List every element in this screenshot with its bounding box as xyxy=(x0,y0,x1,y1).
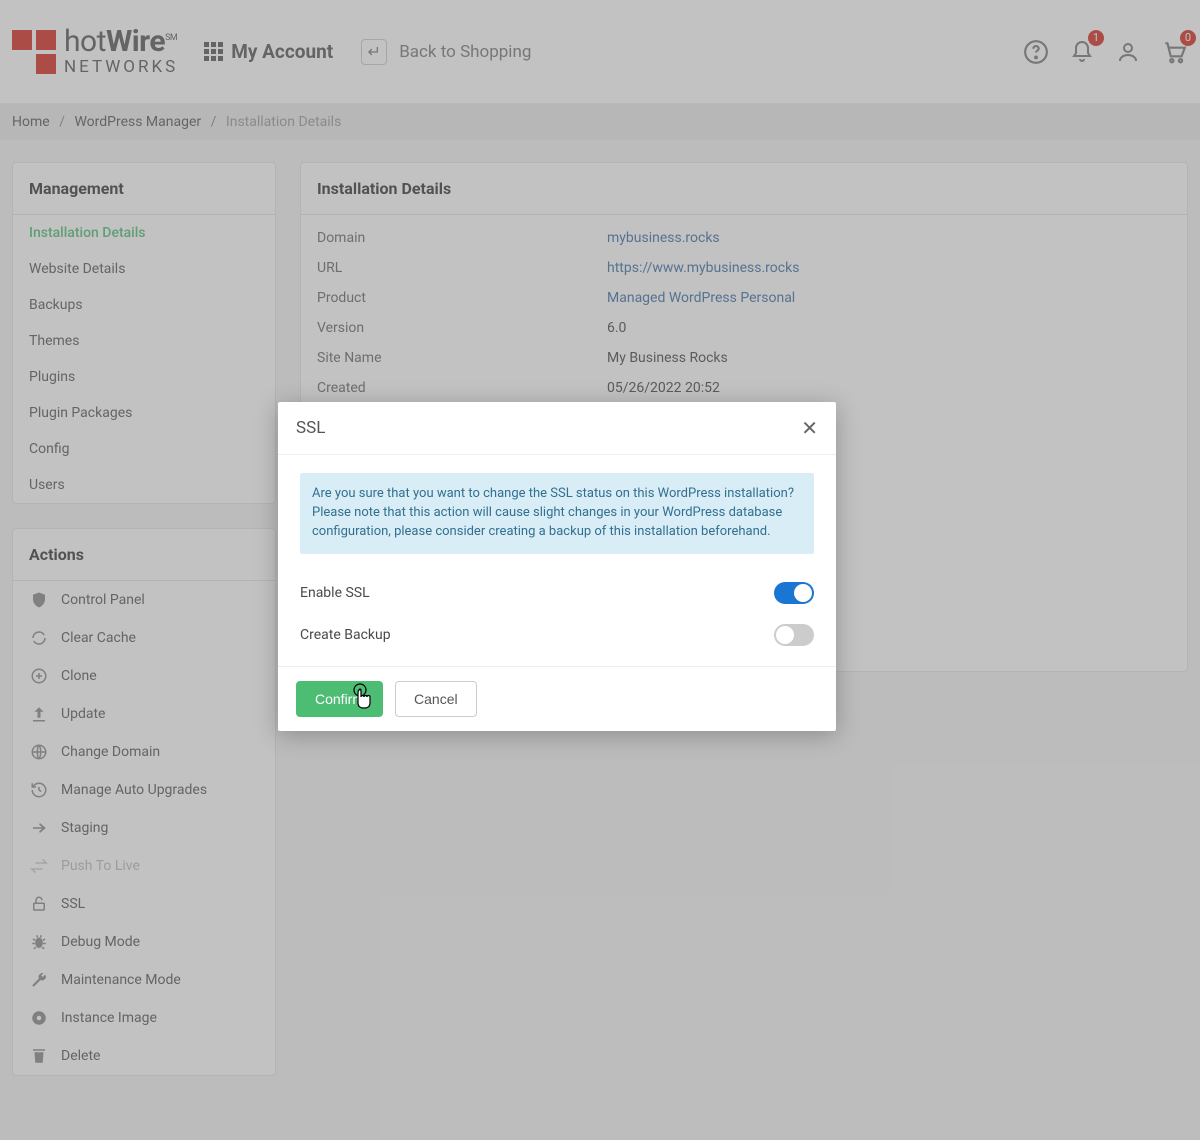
modal-title: SSL xyxy=(296,418,325,438)
create-backup-label: Create Backup xyxy=(300,627,391,643)
enable-ssl-toggle[interactable] xyxy=(774,582,814,604)
create-backup-toggle[interactable] xyxy=(774,624,814,646)
close-icon[interactable]: ✕ xyxy=(801,416,818,440)
modal-info-text: Are you sure that you want to change the… xyxy=(300,473,814,554)
enable-ssl-label: Enable SSL xyxy=(300,585,370,601)
cancel-button[interactable]: Cancel xyxy=(395,681,477,717)
cursor-pointer-icon xyxy=(348,682,376,714)
